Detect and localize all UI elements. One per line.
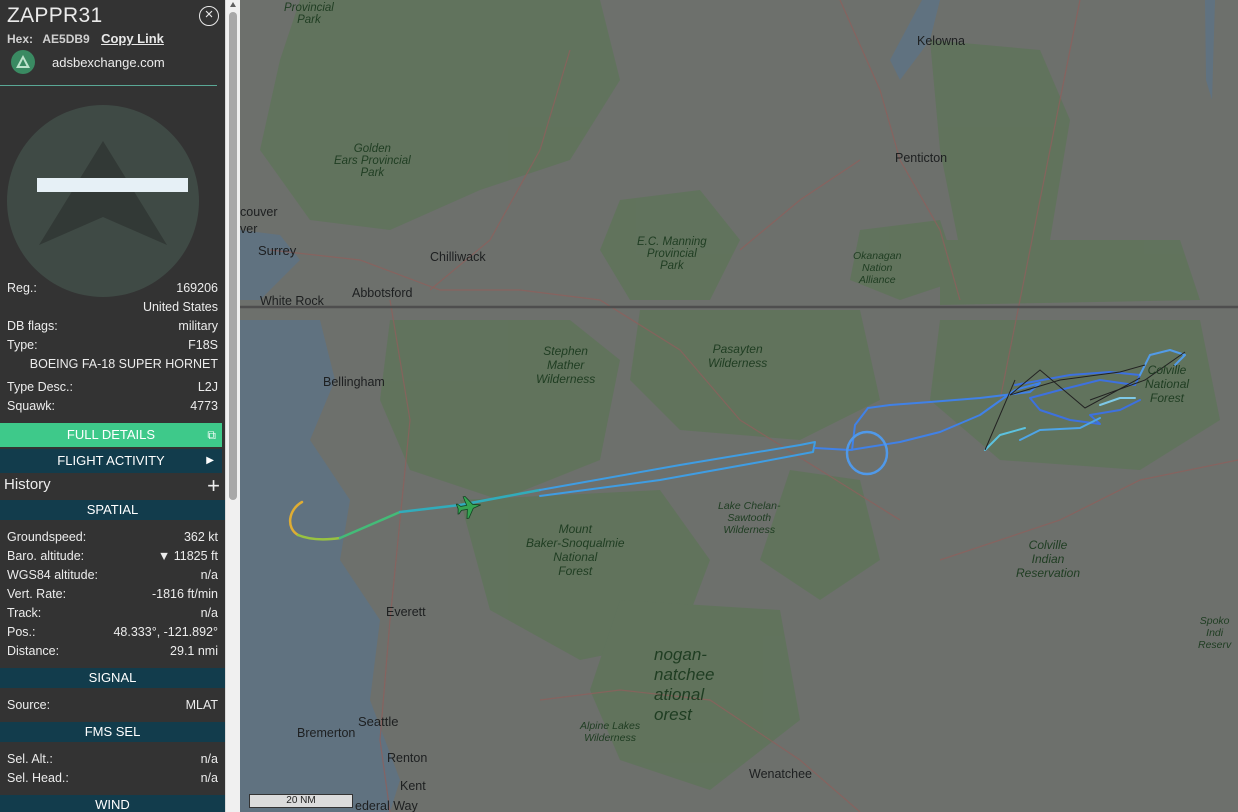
source-label: Source: [7, 698, 51, 712]
copy-link[interactable]: Copy Link [101, 31, 164, 46]
spatial-section-header[interactable]: SPATIAL [0, 500, 225, 520]
aircraft-photo-placeholder [7, 105, 199, 297]
photo-caption-bar [37, 178, 188, 192]
signal-section-header[interactable]: SIGNAL [0, 668, 225, 688]
map-label-golden-ears: Golden Ears Provincial Park [334, 143, 411, 179]
scrollbar-thumb[interactable] [229, 12, 237, 500]
map-view[interactable]: Provincial Park Kelowna Golden Ears Prov… [240, 0, 1238, 812]
position-label: Pos.: [7, 625, 36, 639]
map-scale-bar: 20 NM [249, 794, 353, 808]
close-icon[interactable]: × [199, 6, 219, 26]
wind-section-header[interactable]: WIND [0, 795, 225, 812]
full-details-button[interactable]: FULL DETAILS ⧉ [0, 423, 222, 447]
sel-head-value: n/a [200, 771, 218, 785]
map-label-alpine-lakes: Alpine Lakes Wilderness [580, 720, 641, 744]
map-label-couver: couver [240, 205, 278, 219]
type-full-name: BOEING FA-18 SUPER HORNET [29, 357, 218, 371]
map-label-ec-manning: E.C. Manning Provincial Park [637, 236, 707, 272]
typedesc-value: L2J [197, 380, 218, 394]
map-label-abbotsford: Abbotsford [352, 286, 413, 300]
map-label-chilliwack: Chilliwack [430, 250, 486, 264]
aircraft-info-panel: ZAPPR31 × Hex: AE5DB9 Copy Link adsbexch… [0, 0, 225, 812]
map-label-kelowna: Kelowna [917, 34, 965, 48]
plus-icon[interactable]: + [207, 473, 220, 499]
dbflags-value: military [178, 319, 218, 333]
wgs84-altitude-label: WGS84 altitude: [7, 568, 99, 582]
history-toggle[interactable]: History + [4, 473, 222, 498]
reg-value: 169206 [176, 281, 218, 295]
wgs84-altitude-value: n/a [200, 568, 218, 582]
map-label-stephen-mather: Stephen Mather Wilderness [536, 344, 596, 386]
map-label-spokane-reservation: Spoko Indi Reserv [1198, 615, 1232, 651]
map-label-pasayten: Pasayten Wilderness [708, 342, 768, 370]
track-value: n/a [200, 606, 218, 620]
sel-head-label: Sel. Head.: [7, 771, 69, 785]
dbflags-label: DB flags: [7, 319, 58, 333]
sidebar-scrollbar[interactable] [225, 0, 240, 812]
map-label-bellingham: Bellingham [323, 375, 385, 389]
source-site-link[interactable]: adsbexchange.com [52, 55, 165, 70]
map-label-lake-chelan: Lake Chelan- Sawtooth Wilderness [718, 500, 781, 536]
fms-sel-section-header[interactable]: FMS SEL [0, 722, 225, 742]
divider [0, 85, 217, 86]
type-label: Type: [7, 338, 38, 352]
full-details-label: FULL DETAILS [66, 427, 156, 442]
map-label-bremerton: Bremerton [297, 726, 356, 740]
groundspeed-label: Groundspeed: [7, 530, 87, 544]
reg-label: Reg.: [7, 281, 37, 295]
position-value: 48.333°, -121.892° [113, 625, 218, 639]
baro-altitude-label: Baro. altitude: [7, 549, 85, 563]
sel-alt-value: n/a [200, 752, 218, 766]
map-label-wenatchee: Wenatchee [749, 767, 813, 781]
distance-value: 29.1 nmi [170, 644, 218, 658]
type-value: F18S [188, 338, 218, 352]
map-label-penticton: Penticton [895, 151, 948, 165]
aircraft-silhouette-icon [39, 141, 167, 245]
source-value: MLAT [185, 698, 218, 712]
flight-activity-button[interactable]: FLIGHT ACTIVITY ▶ [0, 449, 222, 473]
typedesc-label: Type Desc.: [7, 380, 73, 394]
distance-label: Distance: [7, 644, 60, 658]
callsign-title: ZAPPR31 [7, 4, 103, 27]
baro-altitude-value: ▼ 11825 ft [157, 549, 218, 563]
flight-activity-label: FLIGHT ACTIVITY [57, 453, 165, 468]
map-label-kent: Kent [400, 779, 426, 793]
map-label-white-rock: White Rock [260, 294, 324, 308]
map-label-okanagan-nation: Okanagan Nation Alliance [853, 250, 902, 286]
map-label-ver: ver [240, 222, 258, 236]
squawk-value: 4773 [190, 399, 218, 413]
map-dim-overlay [240, 0, 1238, 812]
groundspeed-value: 362 kt [183, 530, 218, 544]
scroll-up-icon[interactable] [230, 2, 236, 7]
sel-alt-label: Sel. Alt.: [7, 752, 53, 766]
map-label-provincial-park: Provincial Park [284, 2, 334, 26]
map-label-everett: Everett [386, 605, 426, 619]
history-label: History [4, 476, 51, 493]
map-label-surrey: Surrey [258, 243, 297, 258]
map-label-colville-reservation: Colville Indian Reservation [1016, 538, 1081, 580]
map-label-mount-baker: Mount Baker-Snoqualmie National Forest [526, 522, 625, 578]
country-value: United States [142, 300, 218, 314]
hex-label: Hex: [7, 32, 34, 46]
external-link-icon: ⧉ [207, 428, 216, 442]
map-label-federal-way: ederal Way [355, 799, 418, 812]
hex-row: Hex: AE5DB9 Copy Link [7, 31, 164, 46]
map-label-renton: Renton [387, 751, 428, 765]
track-label: Track: [7, 606, 42, 620]
map-label-colville-national-forest: Colville National Forest [1145, 363, 1190, 405]
map-label-okanogan-wenatchee: nogan- natchee ational orest [654, 645, 715, 724]
vert-rate-label: Vert. Rate: [7, 587, 67, 601]
vert-rate-value: -1816 ft/min [151, 587, 218, 601]
adsbexchange-logo-icon[interactable] [11, 50, 35, 74]
map-canvas[interactable] [240, 0, 1238, 812]
chevron-right-icon: ▶ [206, 455, 214, 466]
hex-value: AE5DB9 [42, 32, 90, 46]
map-label-seattle: Seattle [358, 714, 399, 729]
squawk-label: Squawk: [7, 399, 55, 413]
